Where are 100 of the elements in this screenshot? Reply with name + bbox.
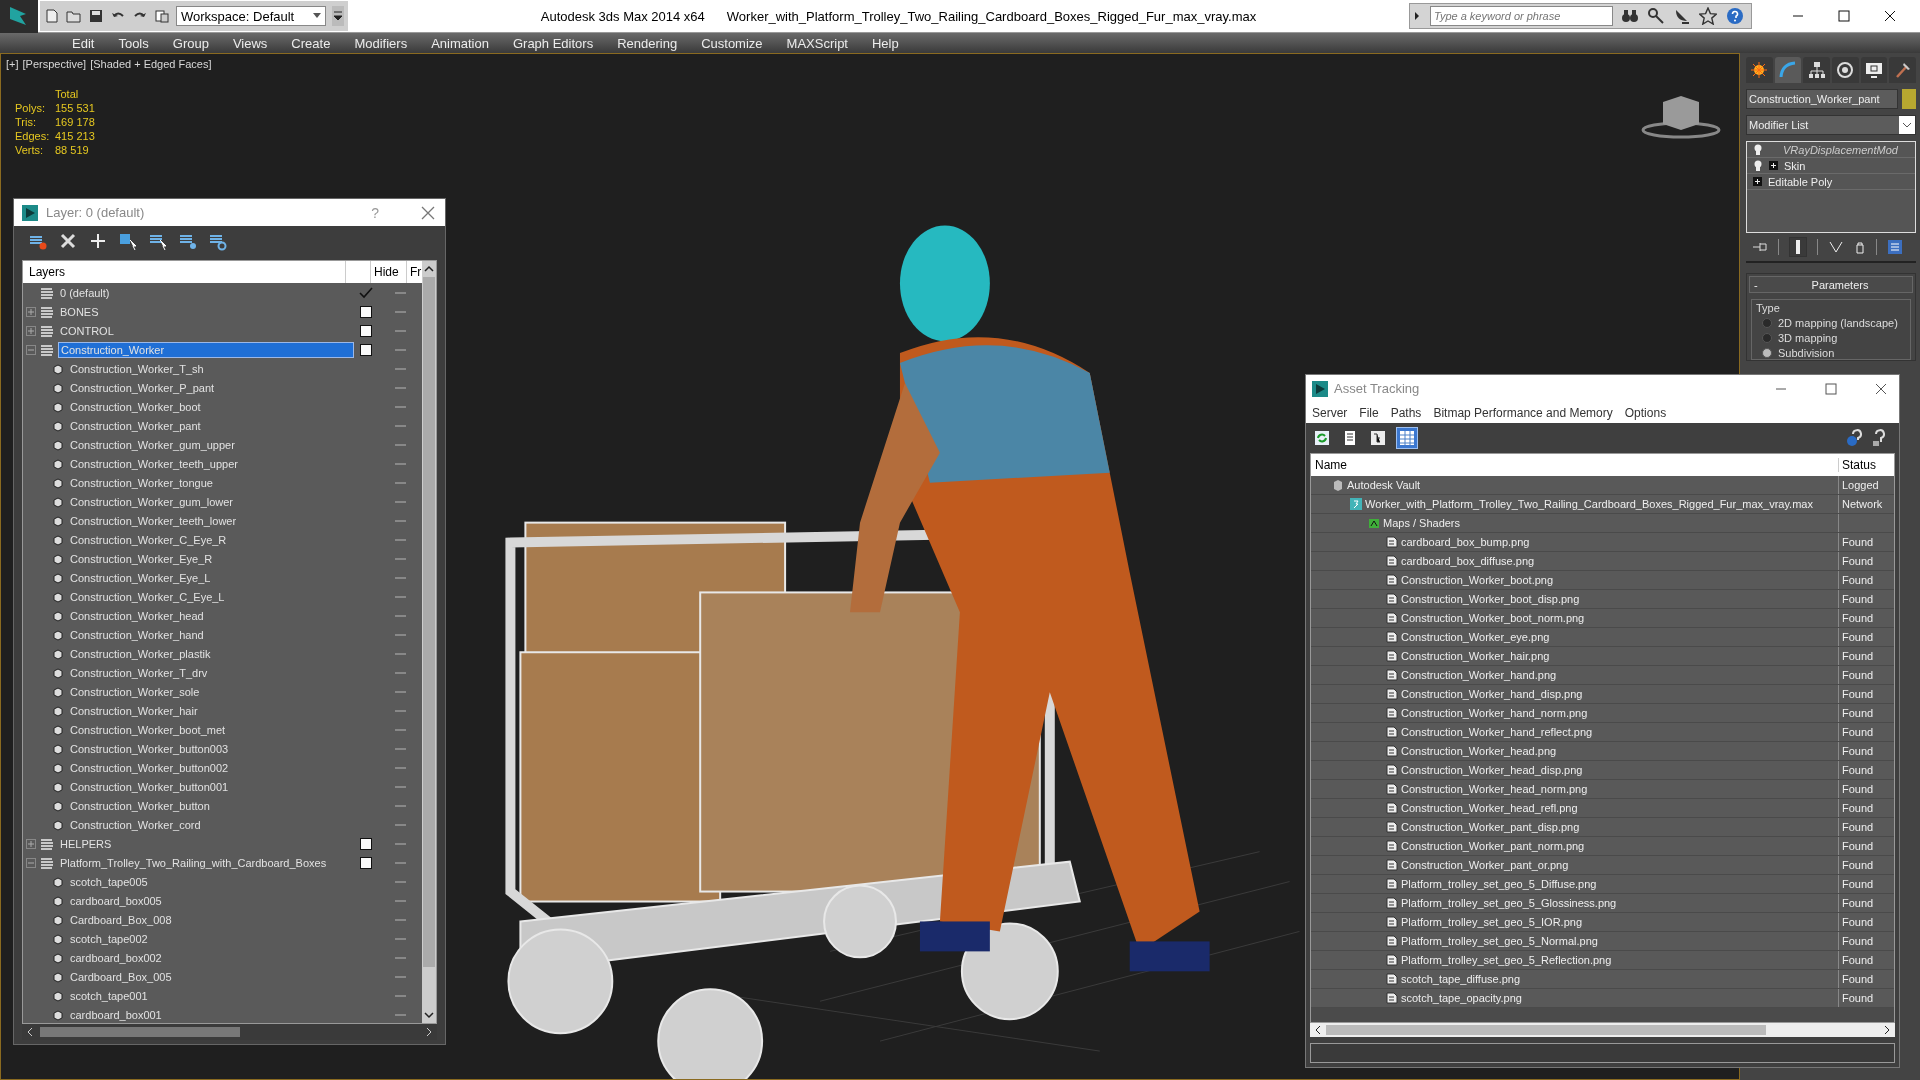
menu-item[interactable]: Modifiers	[342, 35, 420, 51]
workspace-dropdown[interactable]: Workspace: Default	[176, 6, 326, 26]
asset-name[interactable]: Construction_Worker_hair.png	[1401, 650, 1550, 662]
worker-figure-drawing[interactable]	[850, 225, 1210, 972]
asset-name[interactable]: scotch_tape_opacity.png	[1401, 992, 1522, 1004]
checkbox[interactable]	[360, 837, 372, 850]
asset-name[interactable]: Construction_Worker_pant_norm.png	[1401, 840, 1585, 852]
key-icon[interactable]	[1647, 7, 1665, 25]
hide-toggle[interactable]	[394, 956, 406, 959]
hide-toggle[interactable]	[394, 975, 406, 978]
menu-item[interactable]: Help	[860, 35, 911, 51]
close-icon[interactable]	[1875, 382, 1887, 395]
layer-name[interactable]: HELPERS	[58, 836, 354, 851]
menu-item[interactable]: Group	[160, 35, 221, 51]
view-mode-button[interactable]	[1312, 428, 1332, 448]
viewport-label[interactable]: [Shaded + Edged Faces]	[90, 58, 212, 70]
menu-item[interactable]: Create	[279, 35, 343, 51]
asset-name[interactable]: Construction_Worker_hand_disp.png	[1401, 688, 1583, 700]
radio-label[interactable]: 3D mapping	[1778, 332, 1838, 344]
layer-name[interactable]: Construction_Worker_boot	[68, 399, 354, 414]
hide-toggle[interactable]	[394, 766, 406, 769]
hide-toggle[interactable]	[394, 937, 406, 940]
menu-item[interactable]: File	[1359, 405, 1379, 420]
layer-name[interactable]: Construction_Worker_sole	[68, 684, 354, 699]
asset-name[interactable]: Construction_Worker_hand.png	[1401, 669, 1557, 681]
horizontal-scrollbar[interactable]	[1310, 1023, 1895, 1037]
layer-name[interactable]: Construction_Worker_gum_lower	[68, 494, 354, 509]
asset-name[interactable]: Platform_trolley_set_geo_5_Diffuse.png	[1401, 878, 1597, 890]
asset-name[interactable]: Worker_with_Platform_Trolley_Two_Railing_Cardboard_Boxes_Rigged_Fur_max_vray.max	[1365, 498, 1813, 510]
menu-item[interactable]: Views	[220, 35, 280, 51]
radio-label[interactable]: 2D mapping (landscape)	[1778, 317, 1898, 329]
select-object-icon[interactable]	[118, 231, 138, 251]
layer-name[interactable]: Construction_Worker_teeth_lower	[68, 513, 354, 528]
hide-toggle[interactable]	[394, 823, 406, 826]
help-icon[interactable]	[1725, 6, 1745, 26]
make-unique-icon[interactable]	[1828, 240, 1844, 254]
hide-toggle[interactable]	[394, 614, 406, 617]
app-logo-icon[interactable]	[0, 0, 38, 33]
hide-toggle[interactable]	[394, 1013, 406, 1016]
hide-toggle[interactable]	[394, 652, 406, 655]
layer-name[interactable]: Construction_Worker_P_pant	[68, 380, 354, 395]
scroll-right-icon[interactable]	[1883, 1025, 1891, 1035]
layer-name[interactable]: BONES	[58, 304, 354, 319]
object-name-field[interactable]: Construction_Worker_pant	[1746, 89, 1898, 109]
column-header[interactable]: Name	[1311, 458, 1838, 472]
layer-name[interactable]: Construction_Worker_Eye_L	[68, 570, 354, 585]
layer-name[interactable]: Platform_Trolley_Two_Railing_with_Cardboard_Boxes	[58, 855, 354, 870]
layer-name[interactable]: Construction_Worker_T_sh	[68, 361, 354, 376]
layer-name[interactable]: Construction_Worker_tongue	[68, 475, 354, 490]
layer-name[interactable]: cardboard_box001	[68, 1007, 354, 1022]
layer-name[interactable]: Construction_Worker_button002	[68, 760, 354, 775]
radio-button[interactable]	[1762, 318, 1772, 328]
asset-name[interactable]: Construction_Worker_pant_disp.png	[1401, 821, 1580, 833]
asset-name[interactable]: cardboard_box_bump.png	[1401, 536, 1530, 548]
layer-name[interactable]: CONTROL	[58, 323, 354, 338]
hide-toggle[interactable]	[394, 747, 406, 750]
radio-button[interactable]	[1762, 348, 1772, 358]
asset-name[interactable]: Construction_Worker_head_norm.png	[1401, 783, 1588, 795]
hide-toggle[interactable]	[394, 310, 406, 313]
light-bulb-icon[interactable]	[1753, 159, 1763, 172]
hide-toggle[interactable]	[394, 291, 406, 294]
hide-toggle[interactable]	[394, 557, 406, 560]
asset-name[interactable]: Construction_Worker_head_disp.png	[1401, 764, 1583, 776]
asset-name[interactable]: Maps / Shaders	[1383, 517, 1461, 529]
hide-toggle[interactable]	[394, 994, 406, 997]
hide-toggle[interactable]	[394, 918, 406, 921]
layer-name[interactable]: Construction_Worker_gum_upper	[68, 437, 354, 452]
hide-toggle[interactable]	[394, 633, 406, 636]
hide-toggle[interactable]	[394, 785, 406, 788]
delete-icon[interactable]	[58, 231, 78, 251]
menu-item[interactable]: Rendering	[605, 35, 690, 51]
hide-toggle[interactable]	[394, 709, 406, 712]
layer-name[interactable]: Construction_Worker_button001	[68, 779, 354, 794]
asset-name[interactable]: scotch_tape_diffuse.png	[1401, 973, 1521, 985]
layer-name[interactable]: Cardboard_Box_008	[68, 912, 354, 927]
pin-icon[interactable]	[1752, 240, 1768, 254]
column-header[interactable]: Status	[1838, 458, 1894, 472]
layer-name[interactable]: Construction_Worker_head	[68, 608, 354, 623]
checkbox[interactable]	[360, 305, 372, 318]
layer-name[interactable]: Construction_Worker_hair	[68, 703, 354, 718]
layer-name[interactable]: Construction_Worker_T_drv	[68, 665, 354, 680]
asset-name[interactable]: Platform_trolley_set_geo_5_Normal.png	[1401, 935, 1598, 947]
hide-toggle[interactable]	[394, 443, 406, 446]
hide-toggle[interactable]	[394, 595, 406, 598]
remove-modifier-icon[interactable]	[1854, 240, 1866, 254]
save-icon[interactable]	[88, 8, 104, 24]
checkbox[interactable]	[360, 856, 372, 869]
hide-toggle[interactable]	[394, 500, 406, 503]
checkmark-icon[interactable]	[359, 286, 373, 299]
view-mode-button[interactable]	[1368, 428, 1388, 448]
close-icon[interactable]	[1884, 10, 1896, 22]
layer-name[interactable]: Cardboard_Box_005	[68, 969, 354, 984]
new-file-icon[interactable]	[44, 8, 60, 24]
radio-label[interactable]: Subdivision	[1778, 347, 1835, 359]
star-icon[interactable]	[1699, 7, 1717, 25]
menu-item[interactable]: Options	[1624, 405, 1667, 420]
hide-toggle[interactable]	[394, 728, 406, 731]
modifier-item[interactable]: VRayDisplacementMod	[1783, 143, 1898, 156]
search-field[interactable]: Type a keyword or phrase	[1430, 6, 1613, 26]
modifier-item[interactable]: Skin	[1784, 159, 1806, 172]
